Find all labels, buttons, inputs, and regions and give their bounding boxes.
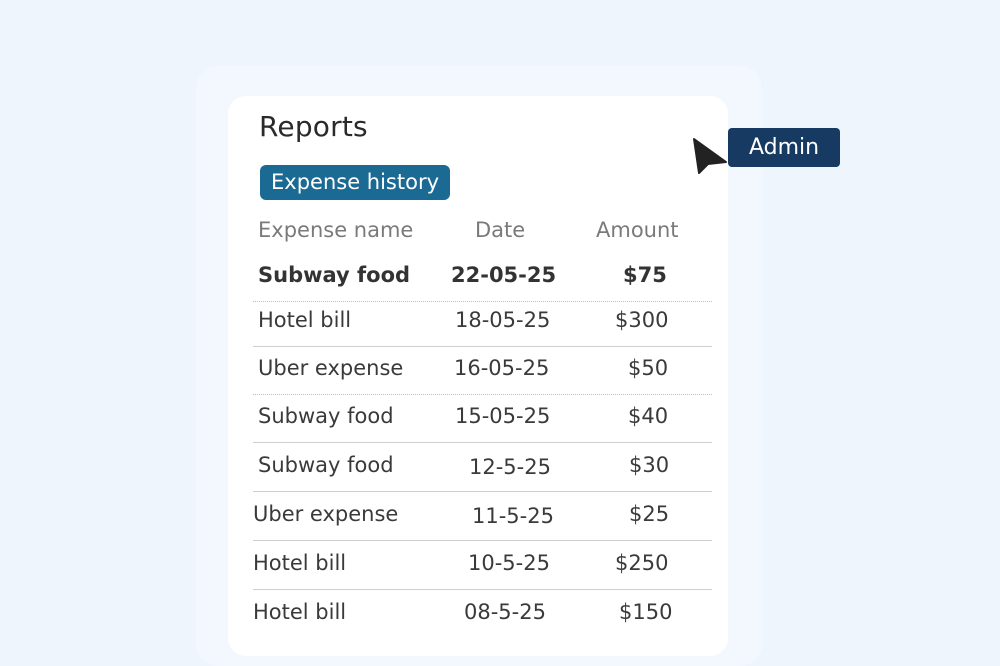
expense-name-cell: Subway food <box>258 263 411 287</box>
amount-cell: $250 <box>615 551 669 575</box>
date-cell: 15-05-25 <box>455 404 551 428</box>
table-row[interactable]: Hotel bill 10-5-25 $250 <box>253 541 712 590</box>
table-row[interactable]: Hotel bill 08-5-25 $150 <box>253 590 712 638</box>
column-header-date[interactable]: Date <box>475 218 525 242</box>
expense-name-cell: Hotel bill <box>253 551 347 575</box>
amount-cell: $40 <box>628 404 669 428</box>
amount-cell: $25 <box>629 502 670 526</box>
mouse-pointer-icon <box>693 138 727 174</box>
table-row[interactable]: Subway food 12-5-25 $30 <box>253 443 712 492</box>
date-cell: 12-5-25 <box>469 455 551 479</box>
tab-expense-history[interactable]: Expense history <box>260 165 451 200</box>
expense-name-cell: Hotel bill <box>258 308 352 332</box>
date-cell: 16-05-25 <box>454 356 550 380</box>
amount-cell: $75 <box>623 263 667 287</box>
table-row[interactable]: Hotel bill 18-05-25 $300 <box>253 298 712 347</box>
date-cell: 08-5-25 <box>464 600 546 624</box>
table-row[interactable]: Uber expense 16-05-25 $50 <box>253 346 712 395</box>
amount-cell: $50 <box>628 356 669 380</box>
expense-name-cell: Uber expense <box>253 502 399 526</box>
amount-cell: $150 <box>619 600 673 624</box>
expense-name-cell: Hotel bill <box>253 600 347 624</box>
table-row[interactable]: Uber expense 11-5-25 $25 <box>253 492 712 541</box>
date-cell: 22-05-25 <box>451 263 557 287</box>
date-cell: 10-5-25 <box>468 551 550 575</box>
date-cell: 18-05-25 <box>455 308 551 332</box>
expense-name-cell: Uber expense <box>258 356 404 380</box>
expense-name-cell: Subway food <box>258 453 394 477</box>
expense-name-cell: Subway food <box>258 404 394 428</box>
column-header-expense-name[interactable]: Expense name <box>258 218 413 242</box>
amount-cell: $300 <box>615 308 669 332</box>
table-row[interactable]: Subway food 15-05-25 $40 <box>253 394 712 443</box>
column-header-amount[interactable]: Amount <box>596 218 679 242</box>
table-row[interactable]: Subway food 22-05-25 $75 <box>253 253 712 302</box>
amount-cell: $30 <box>629 453 670 477</box>
page-title: Reports <box>259 110 368 143</box>
admin-cursor-tag: Admin <box>728 128 840 167</box>
date-cell: 11-5-25 <box>472 504 554 528</box>
